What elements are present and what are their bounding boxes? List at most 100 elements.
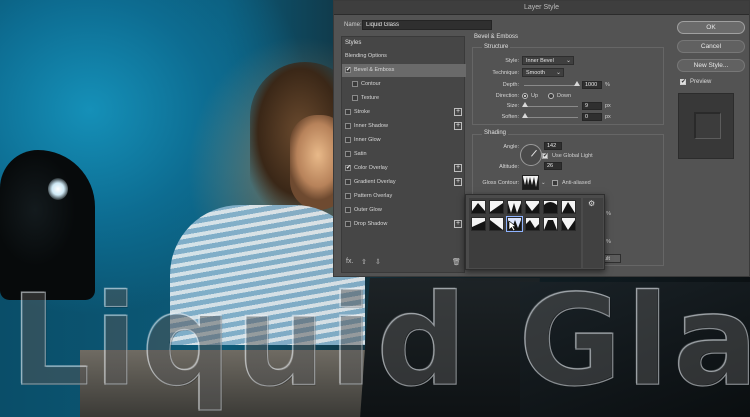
preview-checkbox[interactable] [680,78,686,85]
bevel-style-dropdown[interactable]: Inner Bevel ⌄ [522,56,574,65]
style-item-blending-options[interactable]: Blending Options [342,50,466,63]
style-preview-swatch [678,93,734,159]
global-light-label: Use Global Light [552,153,593,159]
angle-label: Angle: [503,144,519,150]
angle-dial[interactable] [520,144,542,166]
chevron-down-icon: ⌄ [555,70,561,76]
style-checkbox[interactable] [345,123,351,129]
name-input[interactable] [362,20,492,30]
style-checkbox[interactable] [345,179,351,185]
style-item-texture[interactable]: Texture [342,92,466,105]
preview-toggle[interactable]: Preview [680,78,748,87]
new-style-button[interactable]: New Style... [677,59,745,72]
style-checkbox[interactable] [352,95,358,101]
depth-slider[interactable] [524,85,578,86]
contour-shape-icon [490,220,503,230]
dialog-titlebar[interactable]: Layer Style [334,1,749,15]
fx-icon[interactable]: fx. [346,258,353,265]
style-item-color-overlay[interactable]: Color Overlay+ [342,162,466,175]
gear-icon[interactable]: ⚙ [588,199,595,208]
technique-dropdown[interactable]: Smooth ⌄ [522,68,564,77]
style-checkbox[interactable] [345,109,351,115]
contour-preset-tile[interactable] [507,200,522,214]
contour-picker-scroll[interactable] [583,198,603,268]
altitude-input[interactable]: 26 [544,162,562,170]
style-item-drop-shadow[interactable]: Drop Shadow + [342,218,466,231]
size-slider[interactable] [524,106,578,107]
soften-input[interactable]: 0 [582,113,602,121]
size-input[interactable]: 9 [582,102,602,110]
contour-shape-icon [544,202,557,213]
style-checkbox[interactable] [345,207,351,213]
contour-preset-tile[interactable] [525,200,540,214]
anti-aliased-label: Anti-aliased [562,180,591,186]
style-item-contour[interactable]: Contour [342,78,466,91]
gloss-contour-thumbnail[interactable] [522,175,539,190]
contour-curve-icon [523,177,538,189]
style-item-inner-shadow[interactable]: Inner Shadow + [342,120,466,133]
cursor-icon [509,221,517,231]
style-item-label: Outer Glow [354,207,382,213]
direction-label: Direction: [495,93,519,99]
anti-aliased-checkbox[interactable] [552,180,558,186]
style-item-stroke[interactable]: Stroke + [342,106,466,119]
move-up-icon[interactable]: ⇧ [361,258,367,266]
soften-slider[interactable] [524,117,578,118]
soften-slider-handle[interactable] [522,113,528,118]
contour-preset-tile[interactable] [525,217,540,231]
partial-percent-2: % [606,239,611,245]
technique-value: Smooth [526,70,545,76]
add-effect-icon[interactable]: + [454,122,462,130]
contour-preset-tile[interactable] [543,200,558,214]
name-row: Name: [342,20,502,30]
contour-picker-popup: ⚙ [465,194,605,270]
style-checkbox[interactable] [345,137,351,143]
style-label: Style: [505,58,519,64]
style-checkbox[interactable] [345,221,351,227]
style-item-label: Drop Shadow [354,221,388,227]
style-checkbox[interactable] [345,66,351,73]
move-down-icon[interactable]: ⇩ [375,258,381,266]
style-checkbox[interactable] [352,81,358,87]
partial-percent-1: % [606,211,611,217]
bevel-emboss-title: Bevel & Emboss [474,34,519,40]
chevron-down-icon[interactable]: ⌄ [541,180,546,186]
style-item-pattern-overlay[interactable]: Pattern Overlay [342,190,466,203]
cancel-button[interactable]: Cancel [677,40,745,53]
style-checkbox[interactable] [345,151,351,157]
style-item-gradient-overlay[interactable]: Gradient Overlay + [342,176,466,189]
contour-preset-tile[interactable] [489,217,504,231]
angle-needle [531,149,537,157]
global-light-checkbox[interactable] [542,152,548,159]
contour-preset-tile[interactable] [471,200,486,214]
styles-list: Styles Blending Options Bevel & Emboss Con… [341,36,466,273]
style-item-label: Gradient Overlay [354,179,396,185]
dialog-title: Layer Style [523,4,560,11]
altitude-label: Altitude: [499,164,519,170]
contour-preset-tile[interactable] [471,217,486,231]
shading-title: Shading [482,130,509,136]
bevel-style-value: Inner Bevel [526,58,554,64]
angle-input[interactable]: 142 [544,142,562,150]
contour-preset-tile[interactable] [561,217,576,231]
depth-slider-handle[interactable] [574,81,580,86]
style-item-label: Pattern Overlay [354,193,393,199]
ok-button[interactable]: OK [677,21,745,34]
size-slider-handle[interactable] [522,102,528,107]
trash-icon[interactable]: 🗑 [452,258,461,266]
style-checkbox[interactable] [345,164,351,171]
add-effect-icon[interactable]: + [454,220,462,228]
style-item-outer-glow[interactable]: Outer Glow [342,204,466,217]
style-item-satin[interactable]: Satin [342,148,466,161]
direction-down-radio[interactable] [548,93,554,99]
contour-preset-tile[interactable] [543,217,558,231]
style-checkbox[interactable] [345,193,351,199]
style-item-bevel-and-emboss[interactable]: Bevel & Emboss [342,64,466,77]
direction-up-radio[interactable] [522,93,528,99]
contour-shape-icon [490,203,503,213]
contour-preset-tile[interactable] [561,200,576,214]
contour-preset-tile[interactable] [489,200,504,214]
depth-input[interactable]: 1000 [582,81,602,89]
technique-label: Technique: [492,70,519,76]
style-item-inner-glow[interactable]: Inner Glow [342,134,466,147]
